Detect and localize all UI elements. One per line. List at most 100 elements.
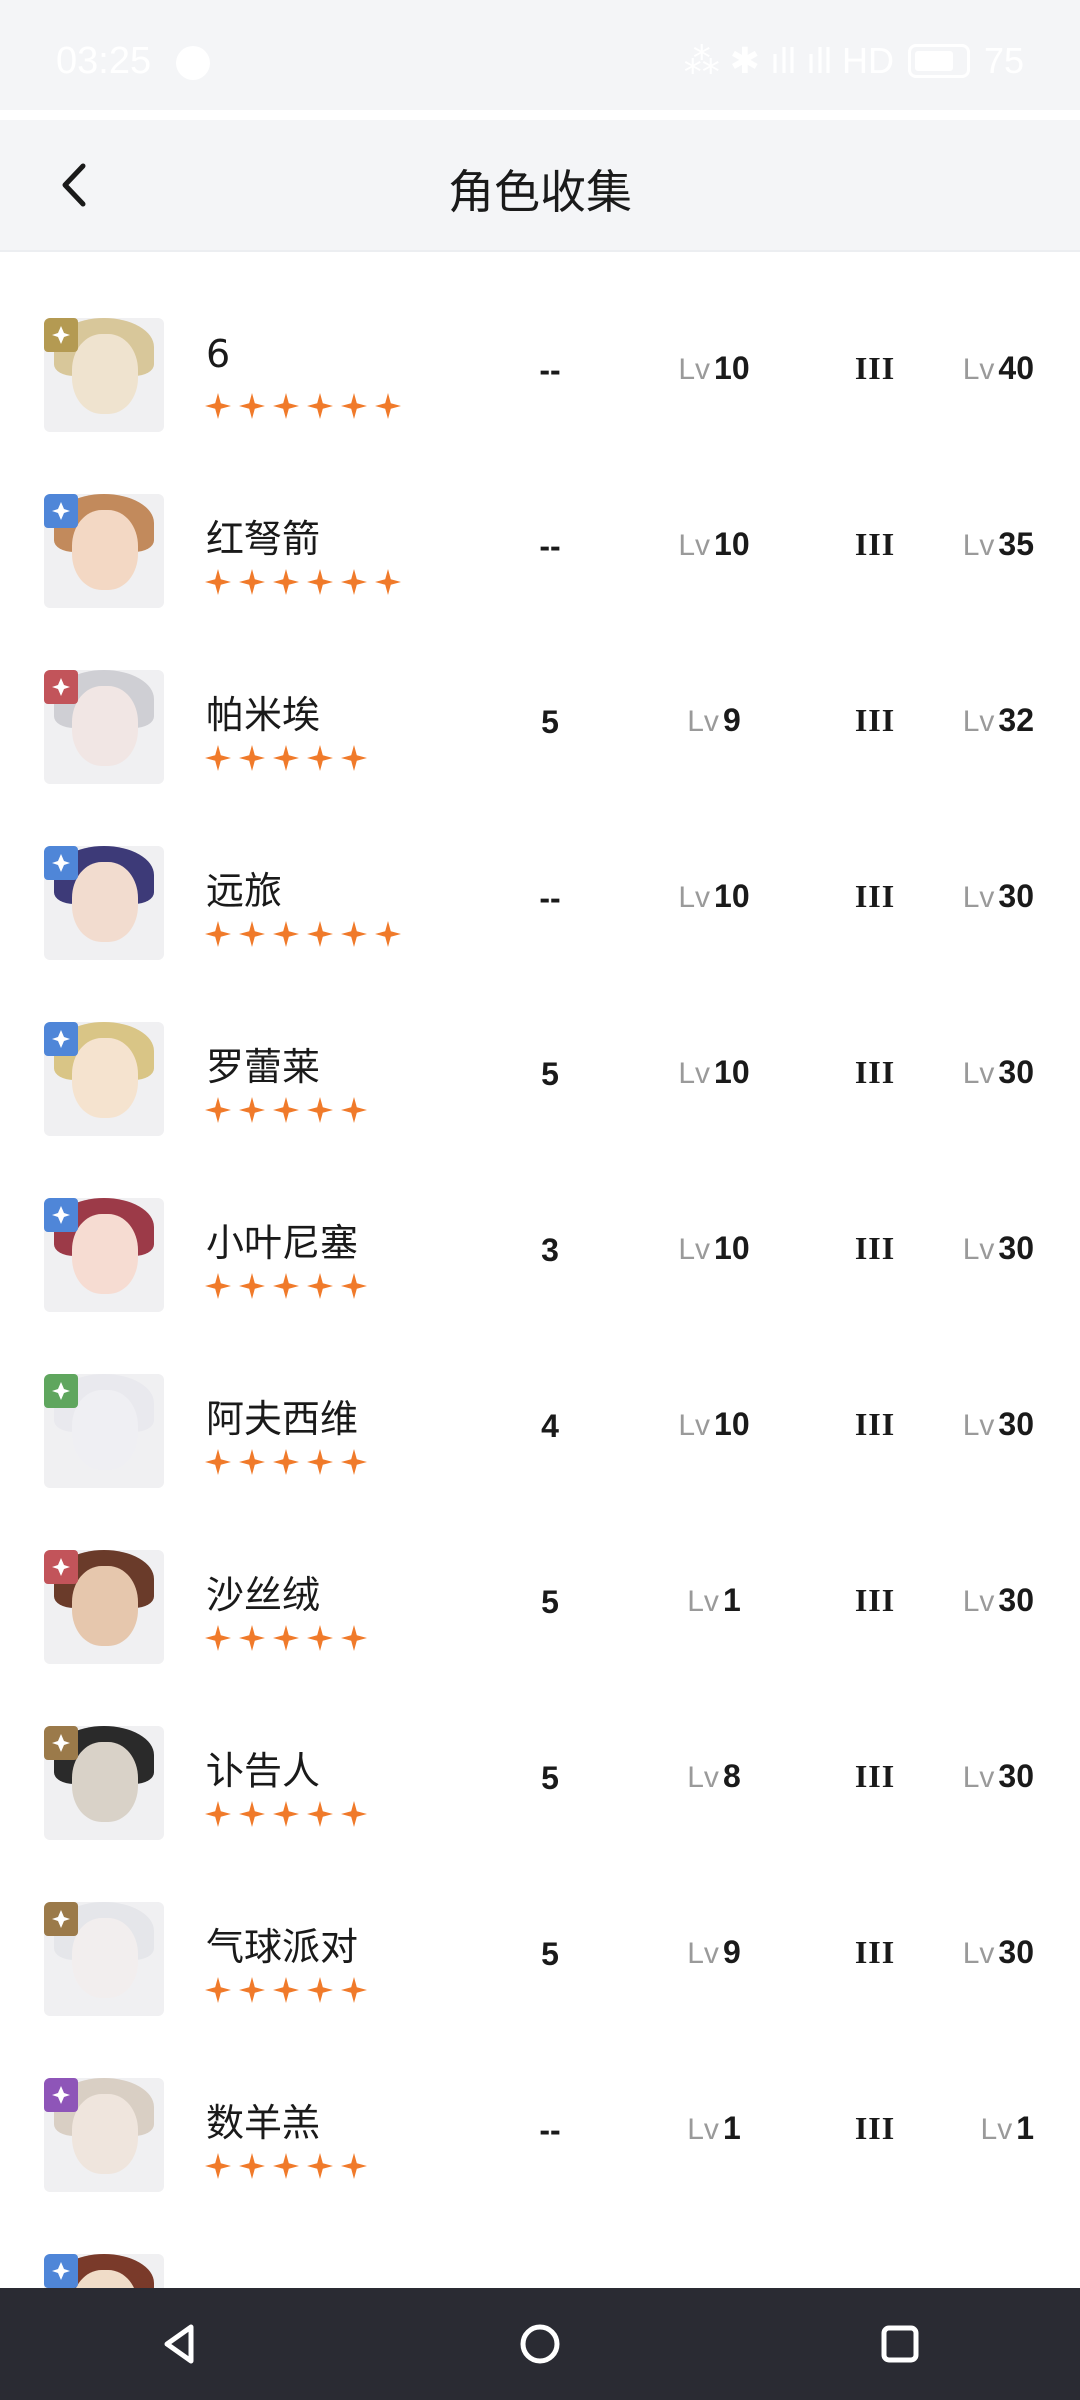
character-level-value: 30 <box>998 1054 1034 1090</box>
character-row[interactable]: 小叶尼塞 3 Lv 10 III Lv 30 <box>0 1166 1080 1344</box>
skill-level-value: 1 <box>722 2110 741 2146</box>
star-icon <box>341 921 367 947</box>
character-level: Lv 1 <box>930 2110 1060 2147</box>
awakening-value: 5 <box>541 1936 559 1972</box>
skill-level-label: Lv <box>687 1585 719 1618</box>
skill-level: Lv 10 <box>640 1230 788 1267</box>
skill-level-value: 10 <box>714 878 750 914</box>
character-avatar <box>44 1198 164 1312</box>
character-row[interactable]: 气球派对 5 Lv 9 III Lv 30 <box>0 1870 1080 2048</box>
character-row[interactable]: 沙丝绒 5 Lv 1 III Lv 30 <box>0 1518 1080 1696</box>
character-name: 远旅 <box>206 869 283 913</box>
skill-level-value: 10 <box>714 1230 750 1266</box>
nav-back-button[interactable] <box>140 2304 220 2384</box>
star-icon <box>307 1977 333 2003</box>
character-level-label: Lv <box>962 1057 995 1090</box>
star-icon <box>341 1449 367 1475</box>
awakening-value: 5 <box>541 1584 559 1620</box>
skill-level-value: 8 <box>722 1758 741 1794</box>
status-indicators: ⁂ ✱ ıll ıll HD 75 <box>684 40 1024 82</box>
star-icon <box>341 1625 367 1651</box>
character-avatar <box>44 1550 164 1664</box>
insight-tier: III <box>854 350 896 386</box>
awakening-value: -- <box>539 528 561 564</box>
status-time: 03:25 <box>56 40 152 82</box>
avatar-face <box>72 686 138 766</box>
character-name: 阿夫西维 <box>206 1397 359 1441</box>
character-level-value: 30 <box>998 1934 1034 1970</box>
character-row[interactable]: 数羊羔 -- Lv 1 III Lv 1 <box>0 2046 1080 2224</box>
rarity-stars <box>204 920 402 948</box>
element-gold-icon <box>44 318 78 352</box>
star-icon <box>205 569 231 595</box>
character-name: 气球派对 <box>206 1925 359 1969</box>
star-icon <box>205 2153 231 2179</box>
skill-level: Lv 9 <box>640 1934 788 1971</box>
character-name: 小叶尼塞 <box>206 1221 359 1265</box>
star-icon <box>341 1273 367 1299</box>
character-level-label: Lv <box>962 1761 995 1794</box>
skill-level-label: Lv <box>687 2113 719 2146</box>
skill-level-label: Lv <box>678 1409 711 1442</box>
star-icon <box>307 745 333 771</box>
element-brown-icon <box>44 1726 78 1760</box>
character-level-value: 1 <box>1016 2110 1034 2146</box>
insight-tier: III <box>854 2110 896 2146</box>
character-level: Lv 30 <box>930 1406 1060 1443</box>
star-icon <box>205 1449 231 1475</box>
skill-level-label: Lv <box>678 529 711 562</box>
nav-home-button[interactable] <box>500 2304 580 2384</box>
skill-level-label: Lv <box>687 1937 719 1970</box>
character-avatar <box>44 846 164 960</box>
nav-recents-button[interactable] <box>860 2304 940 2384</box>
character-row[interactable]: 红弩箭 -- Lv 10 III Lv 35 <box>0 462 1080 640</box>
skill-level-value: 1 <box>722 1582 741 1618</box>
skill-level-value: 10 <box>714 1406 750 1442</box>
skill-level-label: Lv <box>678 881 711 914</box>
avatar-face <box>72 510 138 590</box>
star-icon <box>205 1273 231 1299</box>
signal-icons: ⁂ ✱ ıll ıll HD <box>683 40 894 81</box>
character-row[interactable]: 帕米埃 5 Lv 9 III Lv 32 <box>0 638 1080 816</box>
avatar-face <box>72 1742 138 1822</box>
star-icon <box>341 745 367 771</box>
triangle-back-icon <box>164 2324 194 2364</box>
star-icon <box>205 745 231 771</box>
character-avatar <box>44 318 164 432</box>
skill-level-value: 10 <box>714 1054 750 1090</box>
character-level-label: Lv <box>962 1409 995 1442</box>
character-level-label: Lv <box>962 353 995 386</box>
element-brown-icon <box>44 1902 78 1936</box>
awakening-value: -- <box>539 880 561 916</box>
app-header: 角色收集 <box>0 120 1080 250</box>
star-icon <box>307 2153 333 2179</box>
star-icon <box>307 1625 333 1651</box>
star-icon <box>205 1977 231 2003</box>
character-level-value: 35 <box>998 526 1034 562</box>
insight-tier: III <box>854 1758 896 1794</box>
avatar-face <box>72 862 138 942</box>
rarity-stars <box>204 1272 368 1300</box>
skill-level: Lv 1 <box>640 2110 788 2147</box>
character-row[interactable]: 6 -- Lv 10 III Lv 40 <box>0 286 1080 464</box>
star-icon <box>307 393 333 419</box>
skill-level: Lv 10 <box>640 350 788 387</box>
character-row[interactable]: 讣告人 5 Lv 8 III Lv 30 <box>0 1694 1080 1872</box>
rarity-stars <box>204 2152 368 2180</box>
avatar-face <box>72 1214 138 1294</box>
star-icon <box>341 569 367 595</box>
square-recents-icon <box>881 2325 919 2363</box>
character-row[interactable]: 罗蕾莱 5 Lv 10 III Lv 30 <box>0 990 1080 1168</box>
element-blue-icon <box>44 494 78 528</box>
character-row[interactable]: 远旅 -- Lv 10 III Lv 30 <box>0 814 1080 992</box>
character-level-value: 30 <box>998 1406 1034 1442</box>
star-icon <box>341 1097 367 1123</box>
character-name: 数羊羔 <box>206 2101 321 2145</box>
character-level-label: Lv <box>962 1937 995 1970</box>
star-icon <box>375 921 401 947</box>
character-level-label: Lv <box>962 881 995 914</box>
element-blue-icon <box>44 846 78 880</box>
character-row[interactable]: 阿夫西维 4 Lv 10 III Lv 30 <box>0 1342 1080 1520</box>
element-blue-icon <box>44 2254 78 2288</box>
character-level: Lv 40 <box>930 350 1060 387</box>
